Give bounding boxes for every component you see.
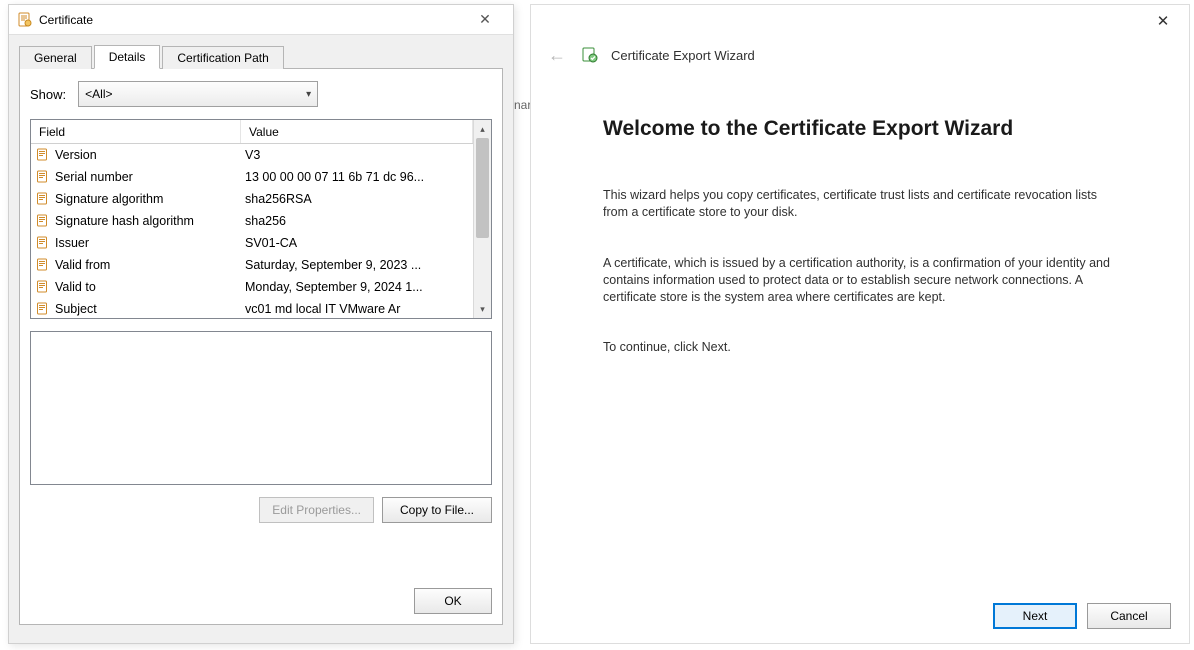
field-doc-icon (35, 147, 51, 163)
show-dropdown-value: <All> (85, 87, 112, 101)
scroll-down-icon[interactable]: ▾ (474, 300, 491, 318)
table-row[interactable]: Serial number13 00 00 00 07 11 6b 71 dc … (31, 166, 473, 188)
wizard-title: Certificate Export Wizard (611, 48, 755, 63)
certificate-icon (17, 12, 33, 28)
wizard-titlebar: ✕ (531, 5, 1189, 37)
wizard-paragraph-1: This wizard helps you copy certificates,… (603, 187, 1125, 221)
field-detail-textbox[interactable] (30, 331, 492, 485)
details-tab-body: Show: <All> ▾ Field Value VersionV3Seria… (19, 69, 503, 625)
show-dropdown[interactable]: <All> ▾ (78, 81, 318, 107)
field-value: sha256RSA (245, 192, 473, 206)
column-field[interactable]: Field (31, 120, 241, 143)
edit-properties-button: Edit Properties... (259, 497, 374, 523)
certificate-fields-list: Field Value VersionV3Serial number13 00 … (30, 119, 492, 319)
table-row[interactable]: Valid fromSaturday, September 9, 2023 ..… (31, 254, 473, 276)
chevron-down-icon: ▾ (306, 89, 311, 100)
field-value: SV01-CA (245, 236, 473, 250)
copy-to-file-button[interactable]: Copy to File... (382, 497, 492, 523)
table-row[interactable]: Valid toMonday, September 9, 2024 1... (31, 276, 473, 298)
field-name: Valid from (55, 258, 245, 272)
show-label: Show: (30, 87, 66, 102)
field-value: 13 00 00 00 07 11 6b 71 dc 96... (245, 170, 473, 184)
fields-scrollbar[interactable]: ▴ ▾ (473, 120, 491, 318)
field-doc-icon (35, 257, 51, 273)
details-button-row: Edit Properties... Copy to File... (20, 485, 502, 523)
wizard-heading: Welcome to the Certificate Export Wizard (603, 117, 1125, 141)
back-arrow-icon[interactable]: ← (545, 43, 569, 67)
table-row[interactable]: VersionV3 (31, 144, 473, 166)
show-row: Show: <All> ▾ (20, 69, 502, 115)
field-name: Valid to (55, 280, 245, 294)
certificate-dialog: Certificate ✕ General Details Certificat… (8, 4, 514, 644)
background-truncated-text: nar (514, 98, 531, 112)
table-row[interactable]: Subjectvc01 md local IT VMware Ar (31, 298, 473, 318)
wizard-paragraph-2: A certificate, which is issued by a cert… (603, 255, 1125, 306)
next-button[interactable]: Next (993, 603, 1077, 629)
wizard-cert-icon (581, 46, 599, 64)
wizard-header: ← Certificate Export Wizard (531, 37, 1189, 77)
tab-general[interactable]: General (19, 46, 92, 69)
ok-row: OK (414, 588, 492, 614)
certificate-tabs: General Details Certification Path (19, 41, 503, 69)
field-value: sha256 (245, 214, 473, 228)
field-name: Version (55, 148, 245, 162)
tab-details[interactable]: Details (94, 45, 161, 69)
field-name: Subject (55, 302, 245, 316)
field-name: Serial number (55, 170, 245, 184)
fields-header: Field Value (31, 120, 473, 144)
column-value[interactable]: Value (241, 120, 473, 143)
field-doc-icon (35, 279, 51, 295)
wizard-paragraph-3: To continue, click Next. (603, 339, 1125, 356)
scroll-up-icon[interactable]: ▴ (474, 120, 491, 138)
field-name: Issuer (55, 236, 245, 250)
field-value: vc01 md local IT VMware Ar (245, 302, 473, 316)
field-value: V3 (245, 148, 473, 162)
wizard-content: Welcome to the Certificate Export Wizard… (531, 77, 1189, 356)
wizard-close-button[interactable]: ✕ (1145, 8, 1181, 34)
ok-button[interactable]: OK (414, 588, 492, 614)
field-doc-icon (35, 191, 51, 207)
cancel-button[interactable]: Cancel (1087, 603, 1171, 629)
certificate-titlebar: Certificate ✕ (9, 5, 513, 35)
field-name: Signature algorithm (55, 192, 245, 206)
field-value: Monday, September 9, 2024 1... (245, 280, 473, 294)
table-row[interactable]: IssuerSV01-CA (31, 232, 473, 254)
scrollbar-thumb[interactable] (476, 138, 489, 238)
field-name: Signature hash algorithm (55, 214, 245, 228)
certificate-title: Certificate (39, 13, 93, 27)
field-value: Saturday, September 9, 2023 ... (245, 258, 473, 272)
wizard-footer: Next Cancel (993, 603, 1171, 629)
table-row[interactable]: Signature algorithmsha256RSA (31, 188, 473, 210)
field-doc-icon (35, 301, 51, 317)
certificate-close-button[interactable]: ✕ (465, 6, 505, 34)
field-doc-icon (35, 213, 51, 229)
field-doc-icon (35, 169, 51, 185)
export-wizard-dialog: ✕ ← Certificate Export Wizard Welcome to… (530, 4, 1190, 644)
tab-certification-path[interactable]: Certification Path (162, 46, 283, 69)
field-doc-icon (35, 235, 51, 251)
table-row[interactable]: Signature hash algorithmsha256 (31, 210, 473, 232)
